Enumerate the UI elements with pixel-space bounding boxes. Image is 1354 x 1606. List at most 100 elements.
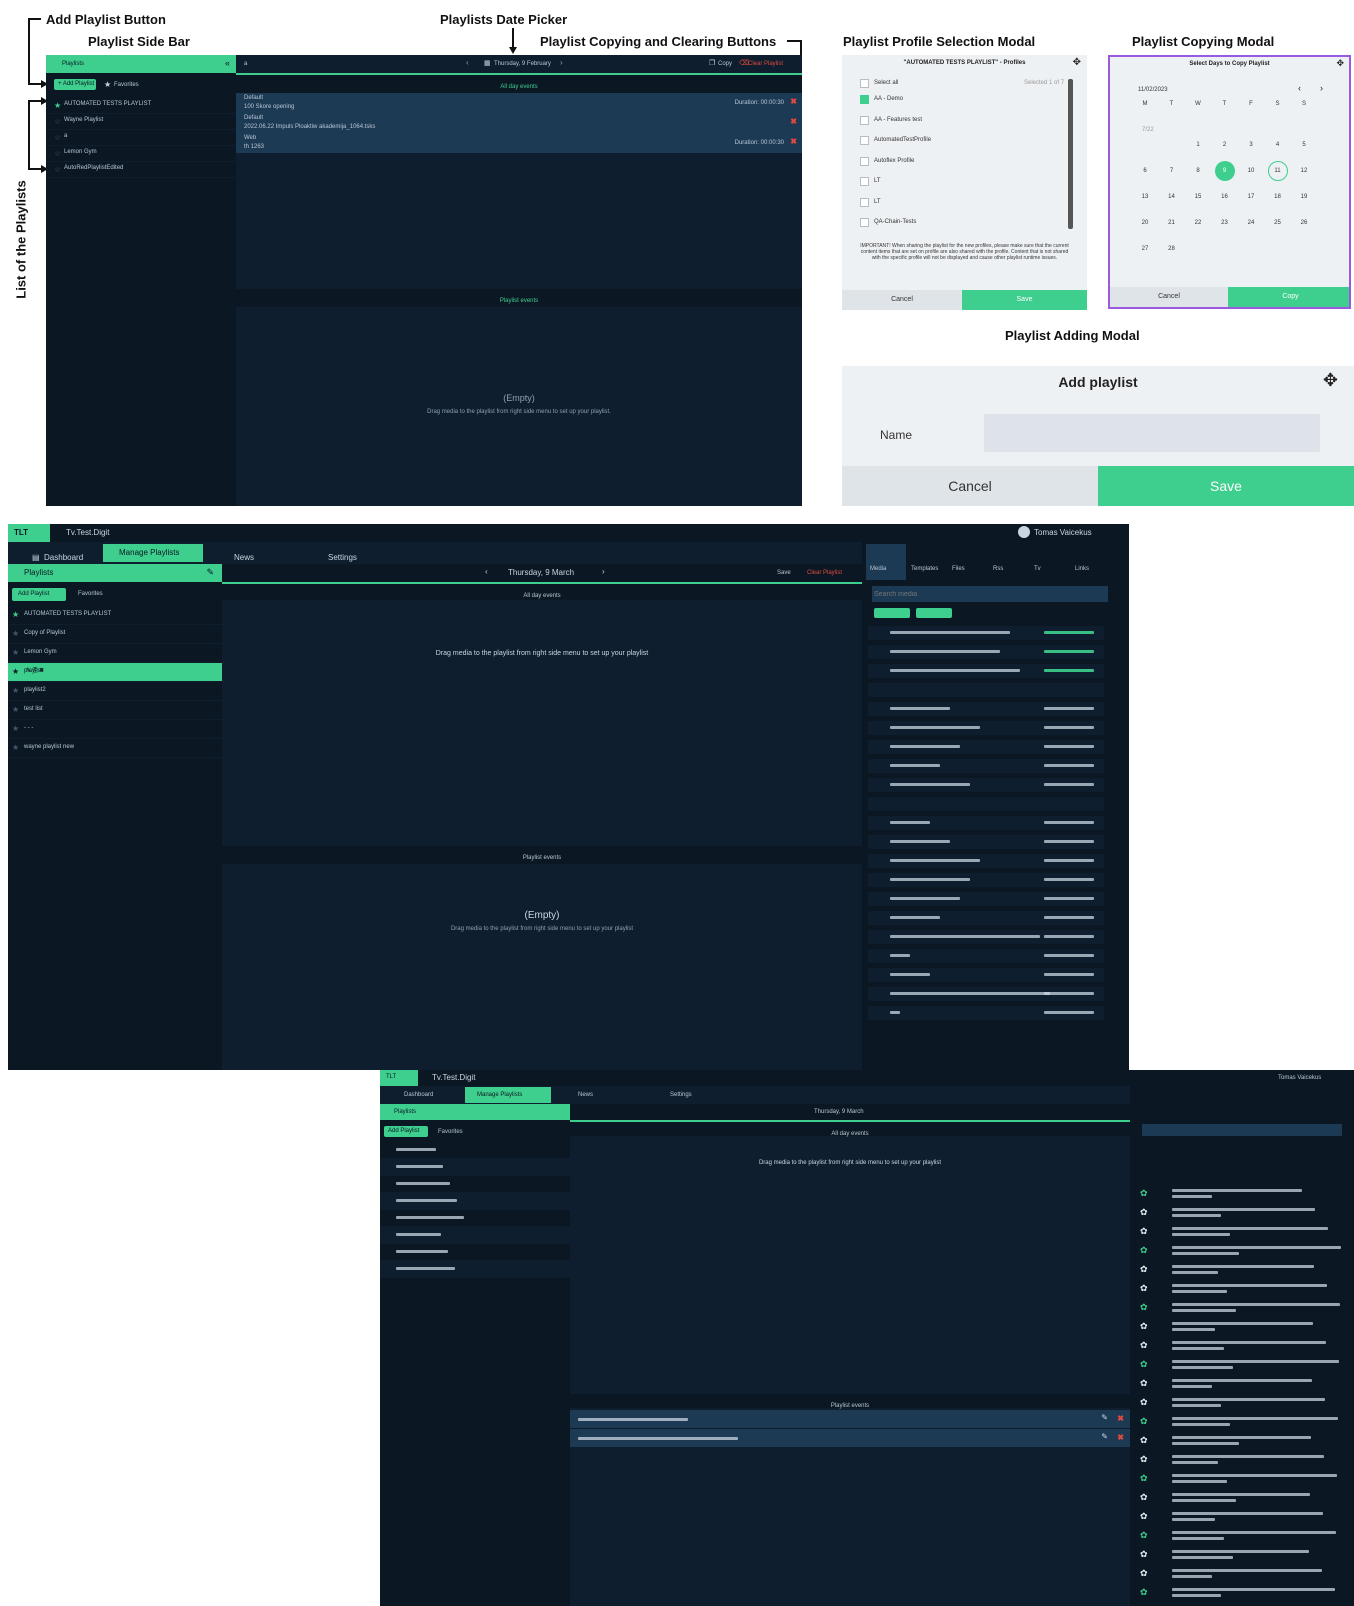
playlist-item[interactable]: ☆ Wayne Playlist [46,113,236,130]
calendar-day[interactable]: 5 [1293,142,1315,148]
remove-event-icon[interactable]: ✖ [790,117,797,126]
playlist-item[interactable]: ★ Copy of Playlist [8,625,222,644]
playlist-item[interactable] [380,1244,570,1261]
calendar-day[interactable]: 13 [1134,194,1156,200]
save-button[interactable]: Save [1098,466,1354,506]
media-row[interactable]: ✿ [1136,1300,1348,1314]
calendar-day[interactable]: 3 [1240,142,1262,148]
next-day-button[interactable]: › [560,58,563,67]
media-row[interactable] [868,721,1104,735]
cancel-button[interactable]: Cancel [842,290,962,310]
star-icon[interactable]: ★ [12,648,19,657]
favorites-toggle[interactable]: Favorites [438,1129,463,1135]
avatar[interactable] [1018,526,1030,538]
media-row[interactable] [868,854,1104,868]
media-row[interactable] [868,816,1104,830]
cancel-button[interactable]: Cancel [1110,287,1228,307]
media-row[interactable] [868,873,1104,887]
media-row[interactable] [868,1006,1104,1020]
calendar-day[interactable]: 6 [1134,168,1156,174]
collapse-icon[interactable]: « [225,58,230,68]
media-tab[interactable]: Media [866,544,906,580]
edit-icon[interactable]: ✎ [1101,1432,1108,1441]
playlist-item[interactable] [380,1193,570,1210]
playlist-item[interactable]: ★ AUTOMATED TESTS PLAYLIST [46,97,236,114]
media-row[interactable] [868,683,1104,697]
remove-event-icon[interactable]: ✖ [1117,1433,1124,1442]
date-picker[interactable]: Thursday, 9 March [508,568,574,577]
event-row[interactable]: Web th 1263 Duration: 00:00:30 ✖ [236,133,802,154]
clear-playlist-button[interactable]: Clear Playlist [748,61,783,67]
favorites-toggle[interactable]: Favorites [78,591,103,597]
filter-button[interactable] [916,608,952,618]
media-row[interactable]: ✿ [1136,1414,1348,1428]
calendar-day[interactable]: 24 [1240,220,1262,226]
prev-month-button[interactable]: ‹ [1298,83,1301,93]
calendar-day[interactable]: 2 [1214,142,1236,148]
media-row[interactable]: ✿ [1136,1224,1348,1238]
calendar-day[interactable]: 20 [1134,220,1156,226]
media-tab[interactable]: Links [1071,544,1111,580]
cancel-button[interactable]: Cancel [842,466,1098,506]
media-row[interactable]: ✿ [1136,1281,1348,1295]
playlist-item[interactable]: ☆ AutoRedPlaylistEdited [46,161,236,178]
prev-day-button[interactable]: ‹ [466,58,469,67]
calendar-day[interactable]: 11 [1267,168,1289,174]
filter-button[interactable] [874,608,910,618]
edit-icon[interactable]: ✎ [1101,1413,1108,1422]
star-icon[interactable]: ★ [12,743,19,752]
media-row[interactable] [868,702,1104,716]
playlist-item[interactable]: ★ playlist2 [8,682,222,701]
media-row[interactable]: ✿ [1136,1338,1348,1352]
prev-day-button[interactable]: ‹ [485,567,488,576]
media-row[interactable] [868,778,1104,792]
playlist-field[interactable]: a [244,61,247,67]
calendar-day[interactable]: 25 [1267,220,1289,226]
profile-checkbox[interactable] [860,136,869,145]
star-icon[interactable]: ★ [12,629,19,638]
tab-settings[interactable]: Settings [670,1092,692,1098]
calendar-day[interactable]: 17 [1240,194,1262,200]
star-icon[interactable]: ★ [12,705,19,714]
media-row[interactable]: ✿ [1136,1243,1348,1257]
star-icon[interactable]: ☆ [54,133,61,142]
media-row[interactable]: ✿ [1136,1262,1348,1276]
search-input[interactable] [872,586,1108,602]
star-icon[interactable]: ☆ [54,165,61,174]
media-row[interactable] [868,835,1104,849]
media-row[interactable]: ✿ [1136,1395,1348,1409]
media-row[interactable]: ✿ [1136,1585,1348,1599]
profile-checkbox[interactable] [860,177,869,186]
playlist-item[interactable]: ★ AUTOMATED TESTS PLAYLIST [8,606,222,625]
media-row[interactable]: ✿ [1136,1205,1348,1219]
event-row[interactable]: ✖ ✎ [570,1429,1130,1448]
calendar-day[interactable]: 18 [1267,194,1289,200]
move-icon[interactable]: ✥ [1073,57,1081,68]
calendar-day[interactable]: 4 [1267,142,1289,148]
next-month-button[interactable]: › [1320,83,1323,93]
media-row[interactable]: ✿ [1136,1186,1348,1200]
media-row[interactable] [868,759,1104,773]
calendar-day[interactable]: 19 [1293,194,1315,200]
tab-settings[interactable]: Settings [328,547,357,565]
star-icon[interactable]: ★ [12,610,19,619]
star-icon[interactable]: ★ [54,101,61,110]
playlist-item[interactable]: ☆ Lemon Gym [46,145,236,162]
add-playlist-button[interactable]: Add Playlist [12,588,66,601]
media-row[interactable] [868,892,1104,906]
edit-icon[interactable]: ✎ [206,567,214,578]
star-icon[interactable]: ★ [12,667,19,676]
media-tab[interactable]: Templates [907,544,947,580]
playlist-item[interactable] [380,1210,570,1227]
playlist-actions[interactable]: ✎ ⎘ ✖ [26,667,212,675]
profile-checkbox[interactable] [860,115,869,125]
media-tab[interactable]: Tv [1030,544,1070,580]
media-row[interactable] [868,930,1104,944]
media-row[interactable] [868,740,1104,754]
media-row[interactable]: ✿ [1136,1547,1348,1561]
playlist-item[interactable]: ★ wayne playlist new [8,739,222,758]
media-row[interactable]: ✿ [1136,1471,1348,1485]
save-button[interactable]: Save [777,570,791,576]
calendar-day[interactable]: 14 [1161,194,1183,200]
media-row[interactable]: ✿ [1136,1357,1348,1371]
